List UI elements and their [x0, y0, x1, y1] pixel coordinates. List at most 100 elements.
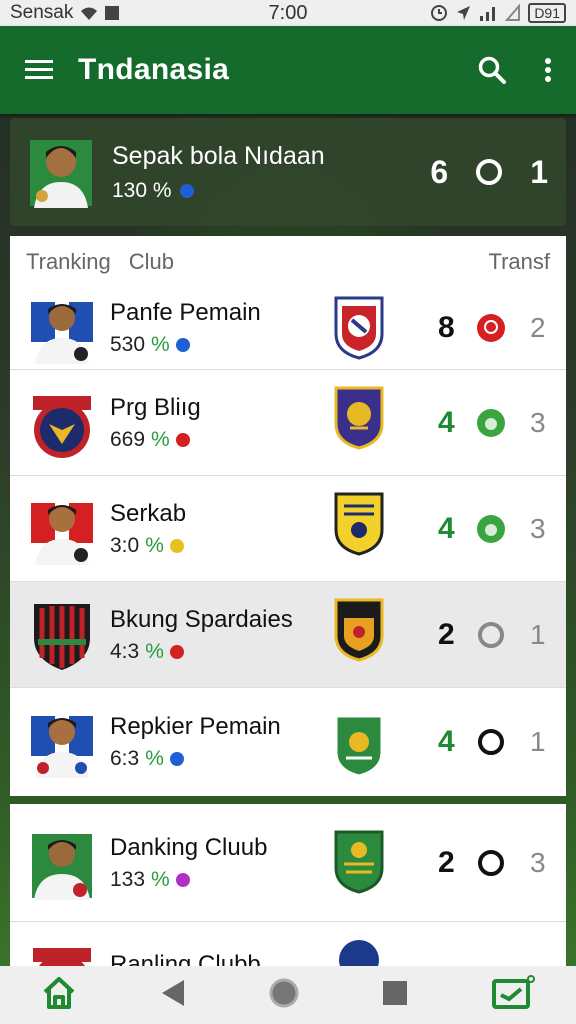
app-bar: Tndanasia: [0, 26, 576, 114]
search-icon: [478, 56, 506, 84]
player-meta: 3:0 %: [110, 534, 320, 558]
percent-sign: %: [145, 639, 164, 663]
player-avatar: [28, 491, 96, 567]
player-name: Prg Bliıg: [110, 393, 201, 421]
home-icon: [43, 976, 75, 1009]
search-button[interactable]: [464, 55, 520, 85]
row-number: 4: [438, 725, 455, 758]
club-crest-icon: [334, 492, 384, 556]
row-number: 2: [438, 617, 455, 651]
club-crest-icon: [334, 296, 384, 360]
more-options-button[interactable]: [520, 57, 576, 83]
red-badge-icon: [477, 313, 505, 342]
carrier-group: Sensak: [10, 2, 120, 24]
row-rank: 1: [530, 726, 546, 757]
score-right: 1: [530, 153, 548, 190]
recents-button[interactable]: [382, 980, 408, 1011]
battery-indicator: D91: [528, 3, 566, 23]
row-rank: 3: [530, 512, 546, 544]
back-button[interactable]: [160, 978, 186, 1013]
clock: 7:00: [268, 1, 308, 24]
club-crest-icon: [339, 940, 379, 966]
no-signal-icon: [505, 4, 521, 21]
percent-sign: %: [145, 747, 164, 770]
percent-sign: %: [151, 867, 170, 891]
featured-meta: 130 %: [112, 179, 430, 203]
row-rank: 1: [530, 618, 546, 650]
blue-dot-icon: [175, 337, 190, 352]
yellow-dot-icon: [169, 538, 184, 553]
app-title: Tndanasia: [78, 53, 230, 86]
more-vert-icon: [545, 58, 551, 82]
alarm-icon: [431, 5, 448, 21]
green-badge-icon: [477, 408, 505, 437]
player-stat: 669: [110, 427, 146, 451]
red-dot-icon: [169, 644, 184, 659]
player-name: Serkab: [110, 499, 187, 527]
row-text: Serkab 3:0 %: [110, 500, 320, 558]
carrier-name: Sensak: [10, 2, 74, 23]
row-number: 8: [438, 310, 455, 344]
featured-meta-text: 130 %: [112, 178, 172, 202]
table-row[interactable]: Serkab 3:0 % 4 3: [10, 476, 566, 582]
blue-dot-icon: [179, 183, 194, 198]
row-text: Repkier Pemain 6:3 %: [110, 713, 320, 771]
club-crest-icon: [334, 830, 384, 894]
player-name: Ranling Clubb: [110, 951, 261, 966]
row-text: Danking Cluub 133 %: [110, 834, 320, 892]
player-avatar: [28, 290, 96, 366]
black-ring-icon: [478, 729, 504, 755]
home-button[interactable]: [41, 975, 77, 1016]
status-ring-icon: [476, 159, 503, 185]
club-crest-icon: [334, 714, 384, 778]
table-row[interactable]: Repkier Pemain 6:3 % 4 1: [10, 688, 566, 804]
featured-match-card[interactable]: Sepak bola Nıdaan 130 % 6 1: [10, 118, 566, 226]
ticket-button[interactable]: [491, 974, 535, 1016]
table-row[interactable]: Ranling Clubb: [10, 922, 566, 966]
menu-button[interactable]: [0, 59, 78, 81]
player-stat: 530: [110, 332, 146, 356]
blue-dot-icon: [169, 752, 184, 766]
table-row[interactable]: Danking Cluub 133 % 2 3: [10, 804, 566, 922]
header-transf[interactable]: Transf: [488, 249, 550, 275]
club-crest-icon: [334, 598, 384, 662]
status-bar: Sensak 7:00 D91: [0, 0, 576, 26]
row-number: 4: [438, 405, 455, 439]
notification-icon: [105, 6, 120, 20]
table-row[interactable]: Bkung Spardaies 4:3 % 2 1: [10, 582, 566, 688]
row-text: Bkung Spardaies 4:3 %: [110, 606, 320, 664]
club-logo: [28, 937, 96, 966]
player-meta: 669 %: [110, 428, 320, 452]
row-rank: 2: [530, 311, 546, 343]
player-name: Bkung Spardaies: [110, 605, 293, 633]
player-stat: 3:0: [110, 533, 140, 557]
player-meta: 6:3 %: [110, 747, 320, 771]
table-row[interactable]: Panfe Pemain 530 % 8 2: [10, 286, 566, 370]
player-name: Danking Cluub: [110, 833, 268, 861]
red-dot-icon: [175, 432, 190, 447]
player-avatar: [28, 132, 94, 213]
player-meta: 133 %: [110, 868, 320, 892]
system-home-button[interactable]: [268, 977, 300, 1014]
grey-ring-icon: [478, 621, 504, 648]
row-number: 2: [438, 845, 455, 879]
row-number: 4: [438, 511, 455, 545]
black-ring-icon: [478, 849, 504, 876]
featured-title: Sepak bola Nıdaan: [112, 141, 325, 170]
table-row[interactable]: Prg Bliıg 669 % 4 3: [10, 370, 566, 476]
club-logo: [28, 597, 96, 673]
ranking-list: Tranking Club Transf Panfe Pemain 530 % …: [10, 236, 566, 966]
purple-dot-icon: [175, 872, 190, 887]
featured-score: 6 1: [430, 154, 548, 191]
player-meta: 530 %: [110, 333, 320, 357]
ticket-icon: [491, 974, 535, 1009]
percent-sign: %: [145, 533, 164, 557]
row-rank: 3: [530, 406, 546, 438]
club-crest-icon: [334, 386, 384, 450]
header-tranking[interactable]: Tranking: [26, 249, 111, 275]
recents-icon: [383, 980, 408, 1005]
player-meta: 4:3 %: [110, 640, 320, 664]
header-club[interactable]: Club: [129, 249, 174, 275]
featured-info: Sepak bola Nıdaan 130 %: [112, 142, 430, 203]
score-left: 6: [430, 153, 449, 190]
